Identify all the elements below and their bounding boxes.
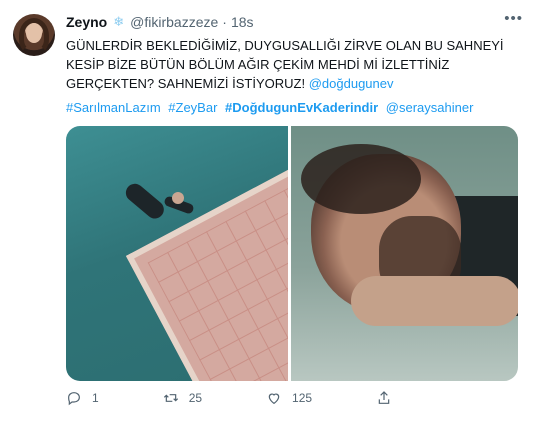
action-bar: 1 25 125 [66,388,466,408]
tweet-header: Zeyno ❄ @fikirbazzeze · 18s [66,12,254,32]
tweet-text-line-2: KESİP BİZE BÜTÜN BÖLÜM AĞIR ÇEKİM MEHDİ … [66,57,450,72]
mention-seraysahiner[interactable]: @seraysahiner [386,100,474,115]
man-hair [301,144,421,214]
media-image-pool[interactable] [66,126,288,381]
retweet-icon [163,394,178,402]
media-grid [66,126,518,381]
author-name[interactable]: Zeyno [66,14,107,30]
tweet-time[interactable]: 18s [231,14,254,30]
tweet-card: Zeyno ❄ @fikirbazzeze · 18s ••• GÜNLERDİ… [0,0,549,422]
mention-link[interactable]: @doğdugunev [309,76,394,91]
tweet-text-line-1: GÜNLERDİR BEKLEDİĞİMİZ, DUYGUSALLIĞI ZİR… [66,38,504,53]
like-button[interactable]: 125 [266,390,312,406]
reply-icon [68,392,80,406]
hashtag-sarilmanlazim[interactable]: #SarılmanLazım [66,100,161,115]
man-arm [351,276,518,326]
pool-edge [126,131,288,381]
separator-dot: · [222,14,227,30]
author-handle[interactable]: @fikirbazzeze [130,14,218,30]
share-icon [378,391,390,404]
heart-icon [268,393,280,405]
reply-button[interactable]: 1 [66,390,99,406]
lying-figure [122,178,198,223]
retweet-button[interactable]: 25 [163,390,202,406]
hashtag-row: #SarılmanLazım #ZeyBar #DoğdugunEvKaderi… [66,100,477,115]
tweet-text-line-3: GERÇEKTEN? SAHNEMİZİ İSTİYORUZ! @doğdugu… [66,74,526,93]
avatar[interactable] [13,14,55,56]
more-icon[interactable]: ••• [504,10,523,27]
hashtag-dogdugunevkaderindir[interactable]: #DoğdugunEvKaderindir [225,100,378,115]
media-image-man[interactable] [291,126,518,381]
share-button[interactable] [376,390,402,406]
retweet-count: 25 [188,391,203,405]
tweet-text: GÜNLERDİR BEKLEDİĞİMİZ, DUYGUSALLIĞI ZİR… [66,36,526,93]
tweet-text-line-3-text: GERÇEKTEN? SAHNEMİZİ İSTİYORUZ! [66,76,306,91]
avatar-face [26,23,42,43]
snowflake-icon: ❄ [113,14,125,29]
hashtag-zeybar[interactable]: #ZeyBar [168,100,217,115]
like-count: 125 [292,391,313,405]
reply-count: 1 [92,391,99,405]
